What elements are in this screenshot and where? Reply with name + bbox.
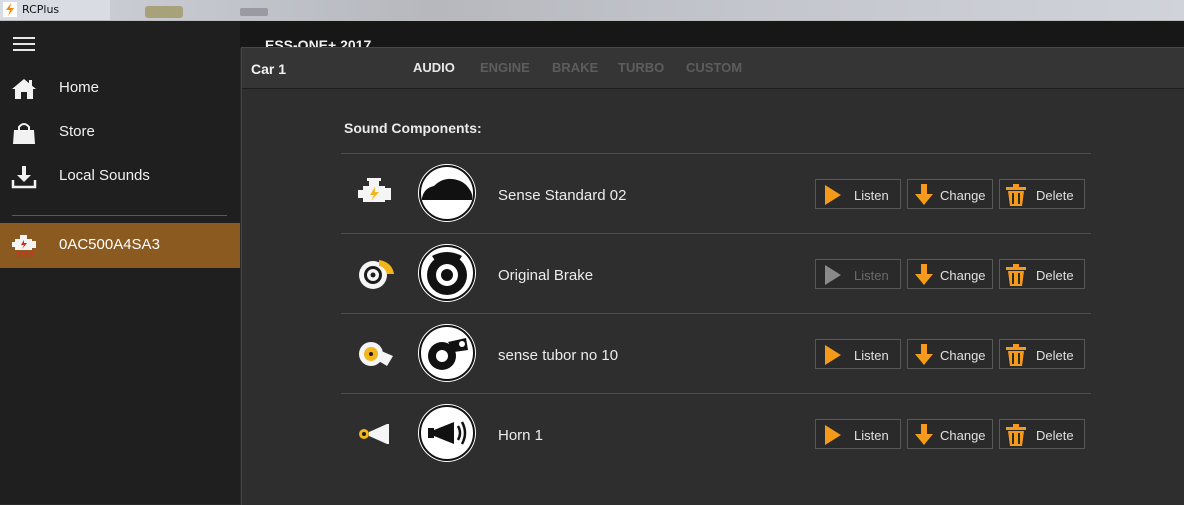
change-label: Change: [940, 348, 986, 363]
listen-label: Listen: [854, 268, 889, 283]
sidebar: Home Store Local Sounds 2017 0AC500A4SA3: [0, 21, 240, 504]
trash-icon: [1006, 184, 1026, 206]
delete-label: Delete: [1036, 268, 1074, 283]
arrow-down-icon: [915, 184, 933, 205]
play-icon: [825, 345, 841, 365]
sound-name: sense tubor no 10: [498, 347, 619, 364]
delete-button[interactable]: Delete: [999, 419, 1085, 449]
sidebar-item-store[interactable]: Store: [0, 113, 240, 153]
shopping-bag-icon: [13, 123, 35, 144]
listen-button[interactable]: Listen: [815, 179, 901, 209]
play-icon: [825, 425, 841, 445]
app-lightning-icon: [3, 2, 17, 17]
engine-icon: [358, 178, 391, 202]
change-label: Change: [940, 188, 986, 203]
listen-button[interactable]: Listen: [815, 419, 901, 449]
brake-rotor-icon[interactable]: [418, 244, 476, 302]
brake-disc-icon: [359, 260, 394, 289]
sidebar-item-device[interactable]: 2017 0AC500A4SA3: [0, 223, 240, 268]
sidebar-item-local-sounds[interactable]: Local Sounds: [0, 157, 240, 197]
hamburger-menu-icon[interactable]: [13, 37, 35, 51]
tab-engine[interactable]: ENGINE: [480, 60, 530, 75]
sidebar-item-label: Store: [59, 123, 95, 140]
device-badge: 2017: [16, 251, 34, 259]
horn-sound-icon[interactable]: [418, 404, 476, 462]
home-icon: [12, 79, 36, 99]
tab-audio[interactable]: AUDIO: [413, 60, 455, 75]
sidebar-item-label: Home: [59, 79, 100, 96]
sound-component-row: sense tubor no 10 Listen Change Delete: [341, 313, 1091, 394]
titlebar-decoration: [240, 8, 268, 16]
delete-button[interactable]: Delete: [999, 259, 1085, 289]
delete-button[interactable]: Delete: [999, 179, 1085, 209]
window-title: RCPlus: [22, 3, 60, 16]
turbocharger-icon[interactable]: [418, 324, 476, 382]
delete-label: Delete: [1036, 348, 1074, 363]
listen-label: Listen: [854, 348, 889, 363]
window-titlebar: RCPlus: [0, 0, 1184, 21]
download-icon: [11, 166, 37, 189]
trash-icon: [1006, 344, 1026, 366]
sound-name: Horn 1: [498, 427, 544, 444]
sidebar-item-label: Local Sounds: [59, 167, 150, 184]
sound-name: Sense Standard 02: [498, 187, 627, 204]
tab-turbo[interactable]: TURBO: [618, 60, 664, 75]
titlebar-decoration: [145, 6, 183, 18]
listen-button[interactable]: Listen: [815, 339, 901, 369]
sound-component-row: Original Brake Listen Change Delete: [341, 233, 1091, 314]
car-panel: Car 1 AUDIO ENGINE BRAKE TURBO CUSTOM So…: [241, 47, 1184, 505]
engine-2017-icon: 2017: [12, 235, 36, 259]
sound-name: Original Brake: [498, 267, 594, 284]
car-silhouette-icon[interactable]: [418, 164, 476, 222]
arrow-down-icon: [915, 424, 933, 445]
delete-button[interactable]: Delete: [999, 339, 1085, 369]
change-label: Change: [940, 268, 986, 283]
titlebar-background: [110, 0, 1184, 20]
delete-label: Delete: [1036, 428, 1074, 443]
change-button[interactable]: Change: [907, 179, 993, 209]
listen-button[interactable]: Listen: [815, 259, 901, 289]
trash-icon: [1006, 424, 1026, 446]
trash-icon: [1006, 264, 1026, 286]
device-label: 0AC500A4SA3: [59, 236, 160, 253]
delete-label: Delete: [1036, 188, 1074, 203]
play-icon: [825, 185, 841, 205]
arrow-down-icon: [915, 264, 933, 285]
arrow-down-icon: [915, 344, 933, 365]
sound-component-row: Horn 1 Listen Change Delete: [341, 393, 1091, 474]
tab-custom[interactable]: CUSTOM: [686, 60, 742, 75]
horn-icon: [359, 424, 389, 444]
panel-title: Car 1: [251, 61, 287, 77]
change-button[interactable]: Change: [907, 259, 993, 289]
tab-bar: Car 1 AUDIO ENGINE BRAKE TURBO CUSTOM: [242, 48, 1184, 89]
background-window-header: ESS-ONE+ 2017: [240, 21, 1184, 53]
change-button[interactable]: Change: [907, 419, 993, 449]
change-label: Change: [940, 428, 986, 443]
listen-label: Listen: [854, 428, 889, 443]
play-icon: [825, 265, 841, 285]
listen-label: Listen: [854, 188, 889, 203]
sidebar-divider: [12, 215, 227, 216]
section-title: Sound Components:: [344, 120, 482, 136]
tab-brake[interactable]: BRAKE: [552, 60, 598, 75]
sidebar-item-home[interactable]: Home: [0, 69, 240, 109]
change-button[interactable]: Change: [907, 339, 993, 369]
sound-component-row: Sense Standard 02 Listen Change Delete: [341, 153, 1091, 234]
turbo-icon: [359, 342, 393, 366]
